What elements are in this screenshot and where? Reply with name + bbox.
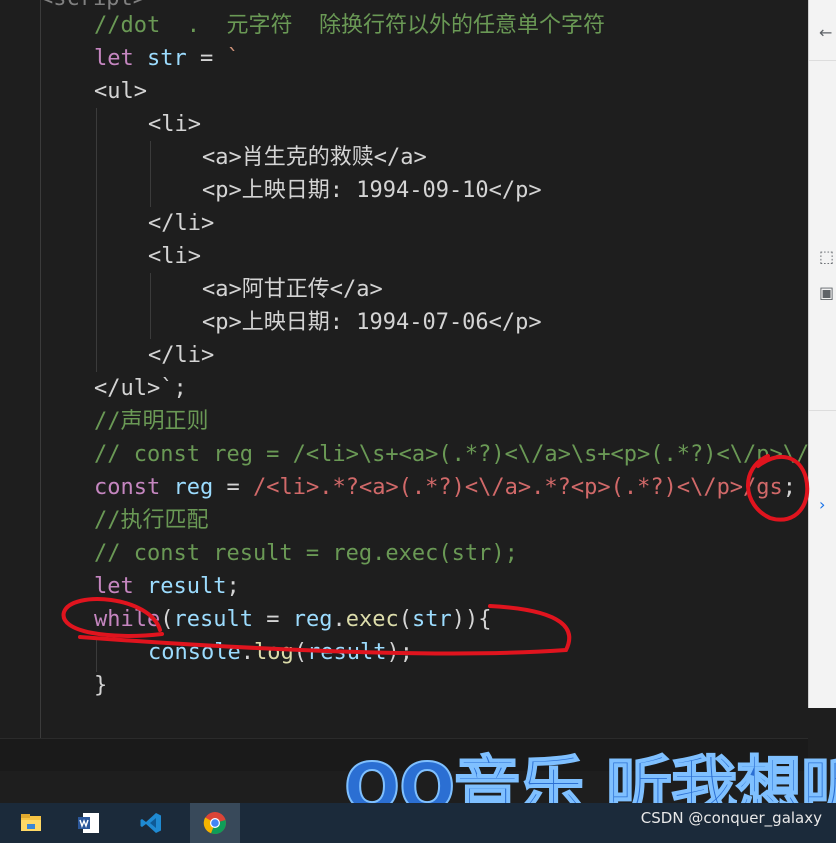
code-token: let bbox=[94, 574, 134, 599]
taskbar-file-explorer[interactable] bbox=[10, 803, 52, 843]
vscode-icon bbox=[140, 813, 161, 833]
code-token: reg bbox=[292, 607, 333, 632]
taskbar-chrome[interactable] bbox=[190, 803, 240, 843]
code-token: <p>上映日期: 1994-07-06</p> bbox=[202, 310, 542, 335]
folder-icon bbox=[21, 814, 41, 831]
code-line: console.log(result); bbox=[148, 636, 413, 669]
code-line: <p>上映日期: 1994-09-10</p> bbox=[202, 174, 542, 207]
code-line: while(result = reg.exec(str)){ bbox=[94, 603, 491, 636]
devtools-panel: ← ⬚ ▣ › bbox=[808, 0, 836, 708]
code-editor[interactable]: <script> //dot . 元字符 除换行符以外的任意单个字符let st… bbox=[0, 0, 808, 771]
code-line: <li> bbox=[148, 240, 201, 273]
chrome-icon bbox=[203, 812, 226, 835]
indent-guide bbox=[96, 108, 97, 372]
code-token: log bbox=[253, 640, 294, 665]
code-token: )){ bbox=[451, 607, 492, 632]
code-token: // const reg = /<li>\s+<a>(.*?)<\/a>\s+<… bbox=[94, 442, 808, 467]
code-token: result bbox=[306, 640, 387, 665]
code-token: <ul> bbox=[94, 79, 147, 104]
code-token: result bbox=[173, 607, 253, 632]
code-token: str bbox=[147, 46, 187, 71]
code-token: result bbox=[147, 574, 227, 599]
device-toolbar-icon[interactable]: ▣ bbox=[819, 284, 836, 302]
code-token: str bbox=[411, 607, 452, 632]
code-line: <li> bbox=[148, 108, 201, 141]
code-token: <li> bbox=[148, 112, 201, 137]
code-token: /<li>.*?<a>(.*?)<\/a>.*?<p>(.*?)<\/p>/gs bbox=[252, 475, 783, 500]
code-token: ); bbox=[386, 640, 413, 665]
code-line: //执行匹配 bbox=[94, 504, 209, 537]
code-line: } bbox=[94, 669, 107, 702]
code-token: </ul>`; bbox=[94, 376, 187, 401]
code-token: exec bbox=[345, 607, 399, 632]
code-token: . bbox=[332, 607, 346, 632]
indent-guide bbox=[150, 141, 151, 207]
code-token: ; bbox=[226, 574, 240, 599]
code-line: // const reg = /<li>\s+<a>(.*?)<\/a>\s+<… bbox=[94, 438, 808, 471]
indent-guide bbox=[150, 273, 151, 339]
code-line: const reg = /<li>.*?<a>(.*?)<\/a>.*?<p>(… bbox=[94, 471, 796, 504]
back-arrow-icon[interactable]: ← bbox=[819, 24, 836, 42]
code-token: let bbox=[94, 46, 134, 71]
word-icon bbox=[78, 813, 99, 833]
code-token: } bbox=[94, 673, 108, 698]
code-line: let result; bbox=[94, 570, 240, 603]
code-token: const bbox=[94, 475, 161, 500]
code-token: ` bbox=[226, 46, 240, 71]
code-token: = bbox=[213, 475, 253, 500]
inspect-icon[interactable]: ⬚ bbox=[819, 248, 836, 266]
code-line: <ul> bbox=[94, 75, 147, 108]
code-line: <p>上映日期: 1994-07-06</p> bbox=[202, 306, 542, 339]
code-token: // const result = reg.exec(str); bbox=[94, 541, 518, 566]
code-token: while bbox=[94, 607, 161, 632]
code-token: <a>阿甘正传</a> bbox=[202, 277, 383, 302]
code-line: </li> bbox=[148, 339, 214, 372]
code-line: // const result = reg.exec(str); bbox=[94, 537, 518, 570]
indent-guide bbox=[40, 0, 41, 738]
code-line: <a>阿甘正传</a> bbox=[202, 273, 383, 306]
code-line: let str = ` bbox=[94, 42, 240, 75]
code-line: </li> bbox=[148, 207, 214, 240]
code-token: <li> bbox=[148, 244, 201, 269]
expand-chevron-icon[interactable]: › bbox=[819, 496, 836, 514]
code-line: //dot . 元字符 除换行符以外的任意单个字符 bbox=[94, 9, 605, 42]
code-token: <a>肖生克的救赎</a> bbox=[202, 145, 427, 170]
code-token: = bbox=[252, 607, 293, 632]
code-token: //执行匹配 bbox=[94, 508, 209, 533]
code-token: //声明正则 bbox=[94, 409, 209, 434]
code-token: reg bbox=[173, 475, 214, 500]
code-token: = bbox=[186, 46, 227, 71]
csdn-watermark: CSDN @conquer_galaxy bbox=[640, 809, 822, 827]
code-token: </li> bbox=[148, 343, 215, 368]
code-token: <p>上映日期: 1994-09-10</p> bbox=[202, 178, 542, 203]
code-token: //dot . 元字符 除换行符以外的任意单个字符 bbox=[94, 13, 605, 38]
code-token: . bbox=[240, 640, 254, 665]
code-token: ; bbox=[782, 475, 797, 500]
code-line: <a>肖生克的救赎</a> bbox=[202, 141, 427, 174]
code-token: console bbox=[148, 640, 241, 665]
indent-guide bbox=[96, 639, 97, 672]
code-token: ( bbox=[160, 607, 174, 632]
code-token: ( bbox=[398, 607, 412, 632]
code-line: </ul>`; bbox=[94, 372, 187, 405]
code-token: ( bbox=[293, 640, 307, 665]
taskbar-word[interactable] bbox=[68, 803, 110, 843]
code-line: //声明正则 bbox=[94, 405, 209, 438]
taskbar-vscode[interactable] bbox=[130, 803, 172, 843]
code-token: </li> bbox=[148, 211, 215, 236]
